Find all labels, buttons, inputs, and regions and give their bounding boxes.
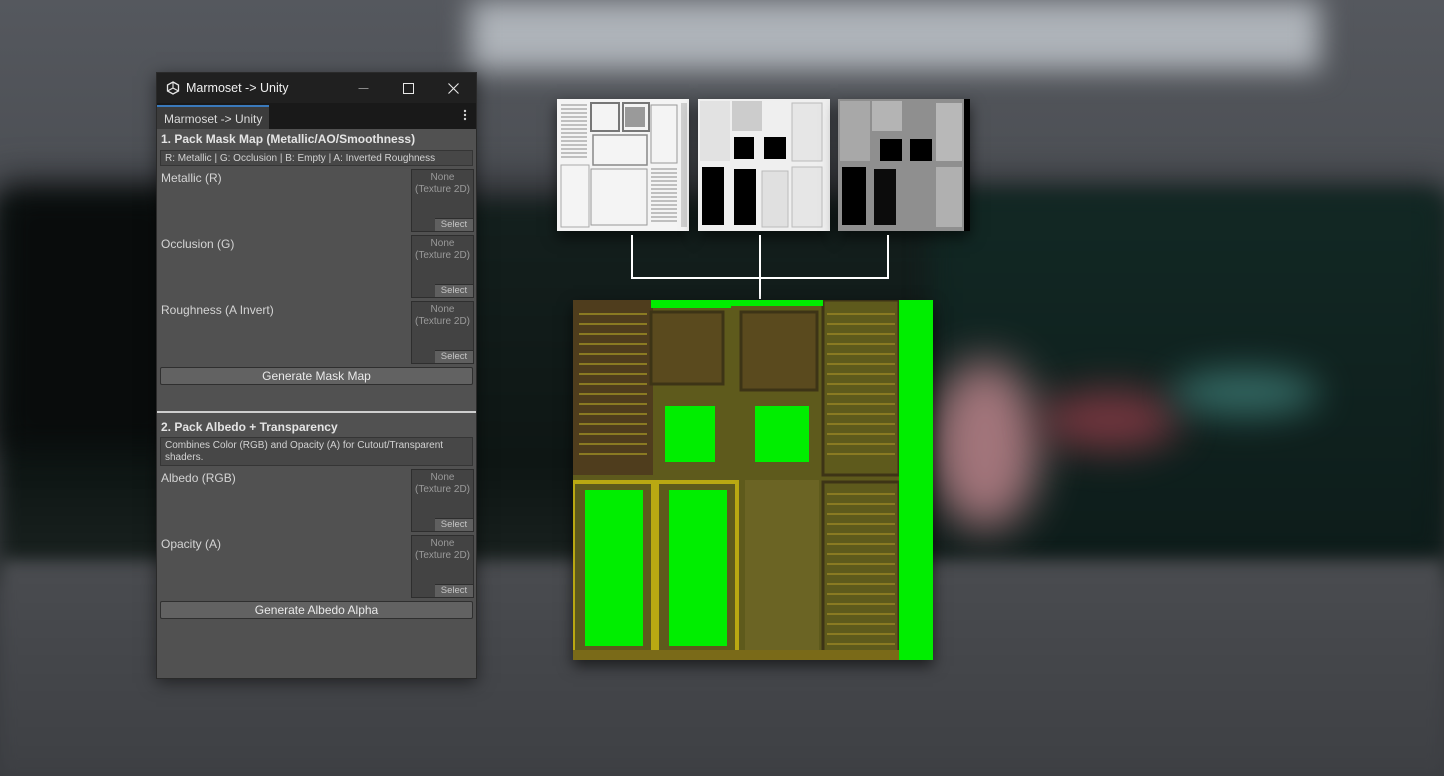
slot-type: (Texture 2D) [414, 550, 470, 561]
albedo-section-title: 2. Pack Albedo + Transparency [161, 420, 338, 434]
opacity-field-label: Opacity (A) [161, 537, 222, 551]
metallic-texture-preview [557, 99, 689, 231]
albedo-field-label: Albedo (RGB) [161, 471, 236, 485]
background-graffiti-red [1040, 390, 1180, 450]
connector-line-metallic [631, 235, 633, 278]
generate-mask-map-button[interactable]: Generate Mask Map [160, 367, 473, 385]
roughness-texture-slot[interactable]: None (Texture 2D) Select [411, 301, 474, 364]
tab-marmoset-to-unity[interactable]: Marmoset -> Unity [157, 105, 270, 129]
generate-albedo-alpha-button[interactable]: Generate Albedo Alpha [160, 601, 473, 619]
slot-value: None [430, 472, 455, 483]
slot-type: (Texture 2D) [414, 250, 470, 261]
albedo-section-info: Combines Color (RGB) and Opacity (A) for… [160, 437, 473, 466]
metallic-field-label: Metallic (R) [161, 171, 222, 185]
occlusion-texture-preview [698, 99, 830, 231]
minimize-button[interactable] [340, 73, 386, 103]
slot-value: None [430, 538, 455, 549]
opacity-select-button[interactable]: Select [435, 584, 473, 597]
unity-logo-icon [166, 81, 180, 95]
occlusion-select-button[interactable]: Select [435, 284, 473, 297]
tab-menu-button[interactable] [460, 108, 470, 124]
slot-type: (Texture 2D) [414, 484, 470, 495]
background-container-shadow [0, 190, 180, 450]
occlusion-texture-slot[interactable]: None (Texture 2D) Select [411, 235, 474, 298]
slot-value: None [430, 304, 455, 315]
slot-value: None [430, 238, 455, 249]
opacity-texture-slot[interactable]: None (Texture 2D) Select [411, 535, 474, 598]
maximize-icon [402, 82, 414, 94]
close-button[interactable] [430, 73, 476, 103]
slot-type: (Texture 2D) [414, 316, 470, 327]
maximize-button[interactable] [385, 73, 431, 103]
mask-section-info: R: Metallic | G: Occlusion | B: Empty | … [160, 150, 473, 166]
section-divider [157, 411, 476, 413]
roughness-select-button[interactable]: Select [435, 350, 473, 363]
connector-line-roughness [887, 235, 889, 278]
roughness-field-label: Roughness (A Invert) [161, 303, 274, 317]
minimize-icon [358, 87, 368, 89]
albedo-select-button[interactable]: Select [435, 518, 473, 531]
marmoset-to-unity-window: Marmoset -> Unity Marmoset -> Unity 1. P… [156, 72, 477, 679]
connector-line-horizontal [631, 277, 889, 279]
close-icon [447, 82, 459, 94]
background-window-light [470, 0, 1320, 70]
roughness-texture-preview [838, 99, 970, 231]
tab-strip: Marmoset -> Unity [157, 103, 476, 129]
mask-section-title: 1. Pack Mask Map (Metallic/AO/Smoothness… [161, 132, 416, 146]
window-title: Marmoset -> Unity [186, 81, 289, 95]
background-graffiti-cyan [1170, 370, 1320, 415]
slot-value: None [430, 172, 455, 183]
window-titlebar[interactable]: Marmoset -> Unity [157, 73, 476, 103]
metallic-select-button[interactable]: Select [435, 218, 473, 231]
occlusion-field-label: Occlusion (G) [161, 237, 235, 251]
kebab-menu-icon [463, 109, 467, 121]
connector-line-occlusion [759, 235, 761, 299]
metallic-texture-slot[interactable]: None (Texture 2D) Select [411, 169, 474, 232]
slot-type: (Texture 2D) [414, 184, 470, 195]
packed-mask-texture-preview [573, 300, 933, 660]
background-graffiti-pink [930, 360, 1040, 530]
albedo-texture-slot[interactable]: None (Texture 2D) Select [411, 469, 474, 532]
